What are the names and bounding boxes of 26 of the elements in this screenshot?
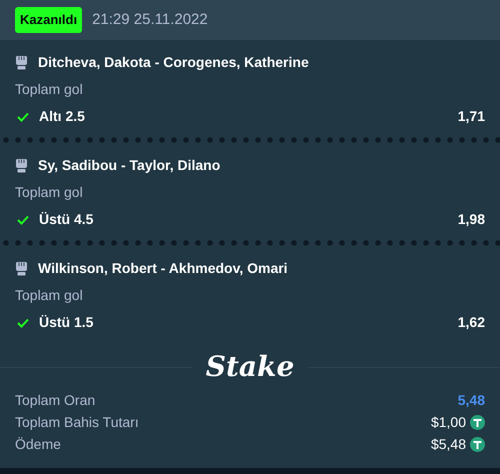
odds-value: 1,62 (458, 313, 485, 332)
odds-value: 1,71 (458, 107, 485, 126)
fist-icon (15, 158, 28, 173)
summary-value: $1,00 (430, 413, 466, 432)
odds-value: 1,98 (458, 210, 485, 229)
market-label: Toplam gol (15, 286, 84, 305)
coin-icon (470, 437, 485, 452)
match-title: Wilkinson, Robert - Akhmedov, Omari (38, 259, 288, 278)
brand-logo: Stake (204, 353, 296, 381)
match-title: Ditcheva, Dakota - Corogenes, Katherine (38, 53, 309, 72)
summary-label: Toplam Oran (15, 391, 96, 410)
summary-value: $5,48 (430, 435, 466, 454)
bet-datetime: 21:29 25.11.2022 (92, 10, 208, 30)
summary-label: Toplam Bahis Tutarı (15, 413, 139, 432)
summary-label: Ödeme (15, 435, 61, 454)
market-label: Toplam gol (15, 80, 84, 99)
fist-icon (15, 261, 28, 276)
fist-icon (15, 55, 28, 70)
match-title: Sy, Sadibou - Taylor, Dilano (38, 156, 220, 175)
selection-label: Altı 2.5 (39, 107, 85, 126)
coin-icon (470, 415, 485, 430)
summary-value: 5,48 (458, 391, 485, 410)
selection-label: Üstü 4.5 (39, 210, 94, 229)
selection-label: Üstü 1.5 (39, 313, 94, 332)
market-label: Toplam gol (15, 183, 84, 202)
status-badge: Kazanıldı (15, 7, 82, 33)
